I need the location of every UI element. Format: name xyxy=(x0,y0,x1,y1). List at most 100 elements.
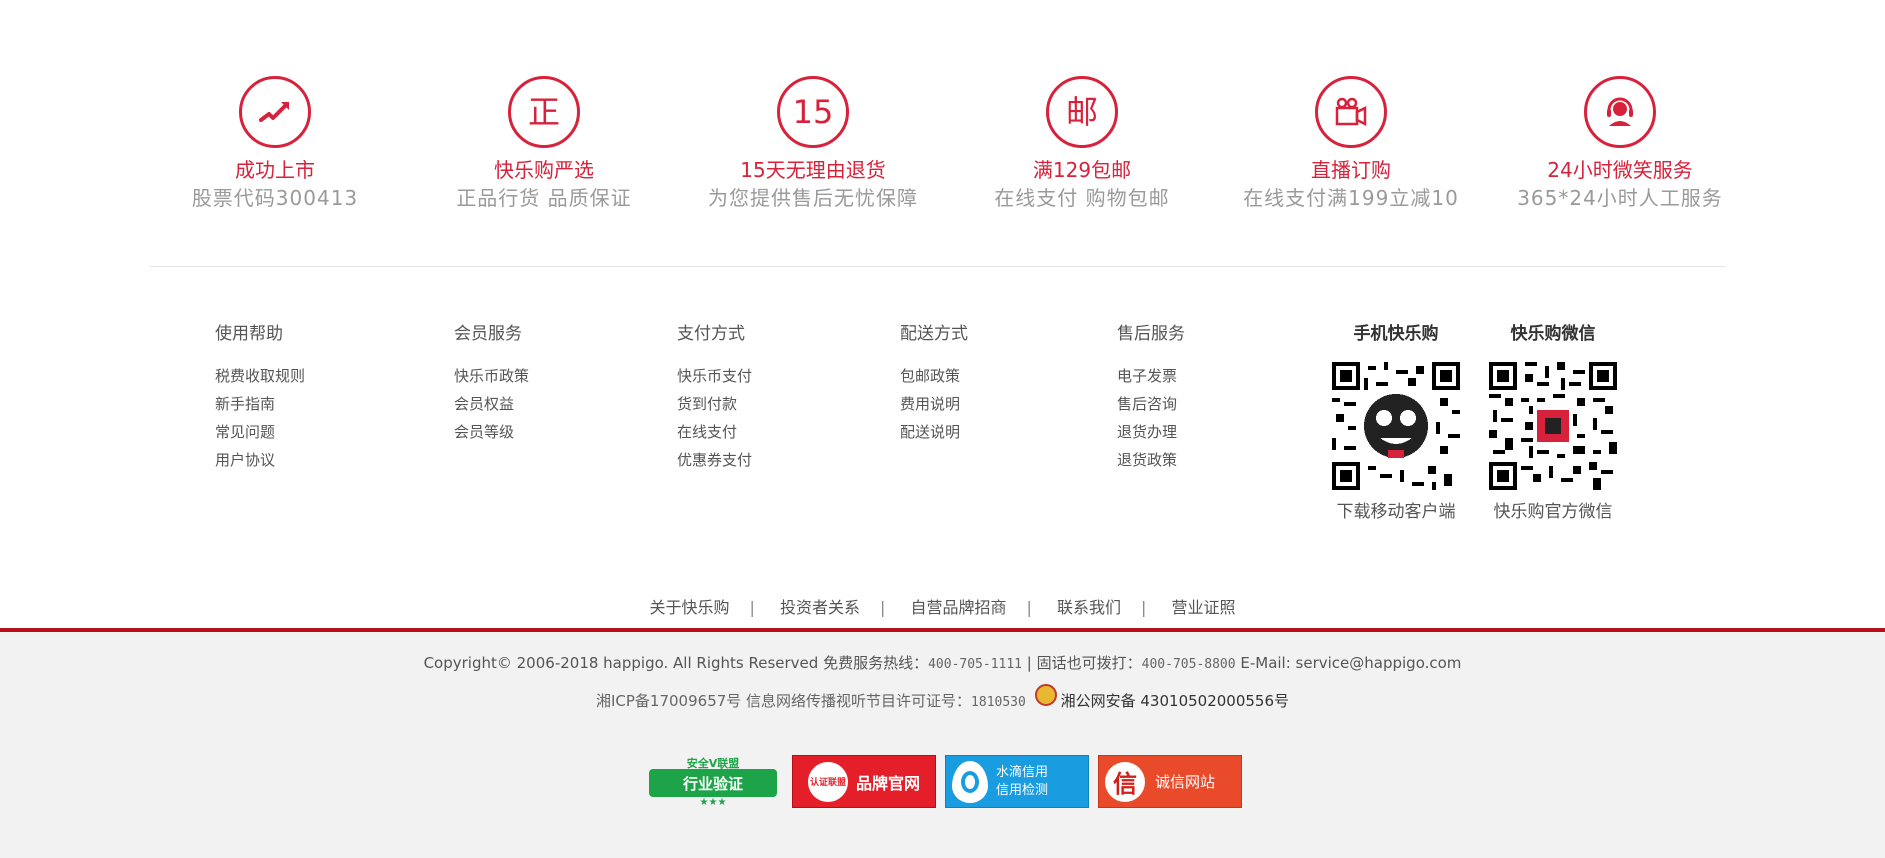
promise-live[interactable]: 直播订购 在线支付满199立减10 xyxy=(1226,76,1476,212)
aftersale-link[interactable]: 售后咨询 xyxy=(1117,395,1177,413)
badge-main-text: 行业验证 xyxy=(649,769,777,797)
brand-official-badge[interactable]: 认证联盟 品牌官网 xyxy=(792,755,936,808)
promise-return[interactable]: 15 15天无理由退货 为您提供售后无忧保障 xyxy=(688,76,938,212)
payment-link[interactable]: 快乐币支付 xyxy=(677,367,752,385)
separator: | xyxy=(880,598,886,617)
list-item[interactable]: 快乐币政策 xyxy=(454,362,529,390)
help-column: 使用帮助 税费收取规则 新手指南 常见问题 用户协议 xyxy=(215,322,305,474)
list-item[interactable]: 包邮政策 xyxy=(900,362,968,390)
list-item[interactable]: 优惠券支付 xyxy=(677,446,752,474)
divider xyxy=(150,266,1725,267)
trusted-site-badge[interactable]: 信 诚信网站 xyxy=(1098,755,1242,808)
promise-title: 15天无理由退货 xyxy=(740,158,886,182)
copyright-text: Copyright© 2006-2018 happigo. All Rights… xyxy=(423,654,929,672)
certification-seal-icon: 认证联盟 xyxy=(807,761,848,802)
list-item[interactable]: 售后咨询 xyxy=(1117,390,1185,418)
member-link[interactable]: 快乐币政策 xyxy=(454,367,529,385)
list-item[interactable]: 配送说明 xyxy=(900,418,968,446)
list-item[interactable]: 费用说明 xyxy=(900,390,968,418)
list-item[interactable]: 常见问题 xyxy=(215,418,305,446)
aftersale-column: 售后服务 电子发票 售后咨询 退货办理 退货政策 xyxy=(1117,322,1185,474)
app-qr-code[interactable] xyxy=(1332,362,1460,490)
separator: | xyxy=(749,598,755,617)
promise-title: 成功上市 xyxy=(235,158,315,182)
list-item[interactable]: 新手指南 xyxy=(215,390,305,418)
list-item[interactable]: 在线支付 xyxy=(677,418,752,446)
list-item[interactable]: 退货政策 xyxy=(1117,446,1185,474)
promise-selected[interactable]: 正 快乐购严选 正品行货 品质保证 xyxy=(419,76,669,212)
promise-title: 24小时微笑服务 xyxy=(1547,158,1693,182)
promise-subtitle: 正品行货 品质保证 xyxy=(456,186,632,210)
trust-badges: 安全V联盟 行业验证 ★★★ 认证联盟 品牌官网 水滴信用 信用检测 信 诚信网… xyxy=(0,755,1885,808)
hotline-number: 400-705-1111 xyxy=(928,657,1023,672)
copyright-separator: | xyxy=(1026,654,1032,672)
footer-page: 成功上市 股票代码300413 正 快乐购严选 正品行货 品质保证 15 15天… xyxy=(0,0,1885,858)
delivery-link[interactable]: 配送说明 xyxy=(900,423,960,441)
zheng-icon: 正 xyxy=(508,76,580,148)
license-number: 1810530 xyxy=(971,695,1026,710)
column-title: 售后服务 xyxy=(1117,324,1185,344)
column-title: 会员服务 xyxy=(454,324,522,344)
promise-subtitle: 在线支付满199立减10 xyxy=(1243,186,1459,210)
help-link[interactable]: 常见问题 xyxy=(215,423,275,441)
qr-caption: 下载移动客户端 xyxy=(1336,502,1456,522)
separator: | xyxy=(1026,598,1032,617)
license-link[interactable]: 营业证照 xyxy=(1171,598,1235,617)
landline-label: 固话也可拨打： xyxy=(1036,654,1142,672)
list-item[interactable]: 税费收取规则 xyxy=(215,362,305,390)
industry-verify-badge[interactable]: 安全V联盟 行业验证 ★★★ xyxy=(643,755,783,808)
delivery-column: 配送方式 包邮政策 费用说明 配送说明 xyxy=(900,322,968,446)
badge-text-line2: 信用检测 xyxy=(996,782,1049,798)
credit-check-badge[interactable]: 水滴信用 信用检测 xyxy=(945,755,1089,808)
trust-icon: 信 xyxy=(1105,761,1145,802)
help-link[interactable]: 用户协议 xyxy=(215,451,275,469)
badge-text: 诚信网站 xyxy=(1155,773,1216,791)
police-record-link[interactable]: 湘公网安备 43010502000556号 xyxy=(1061,692,1289,710)
list-item[interactable]: 会员权益 xyxy=(454,390,529,418)
delivery-link[interactable]: 包邮政策 xyxy=(900,367,960,385)
payment-link[interactable]: 在线支付 xyxy=(677,423,737,441)
promise-title: 直播订购 xyxy=(1311,158,1391,182)
investor-link[interactable]: 投资者关系 xyxy=(780,598,860,617)
aftersale-link[interactable]: 电子发票 xyxy=(1117,367,1177,385)
list-item[interactable]: 会员等级 xyxy=(454,418,529,446)
aftersale-link[interactable]: 退货政策 xyxy=(1117,451,1177,469)
wechat-qr-block: 快乐购微信 快乐购官方微信 xyxy=(1483,322,1623,524)
promise-listed[interactable]: 成功上市 股票代码300413 xyxy=(150,76,400,212)
payment-link[interactable]: 货到付款 xyxy=(677,395,737,413)
trend-up-icon xyxy=(239,76,311,148)
separator: | xyxy=(1141,598,1147,617)
member-link[interactable]: 会员等级 xyxy=(454,423,514,441)
promise-service[interactable]: 24小时微笑服务 365*24小时人工服务 xyxy=(1495,76,1745,212)
payment-column: 支付方式 快乐币支付 货到付款 在线支付 优惠券支付 xyxy=(677,322,752,474)
stars-icon: ★★★ xyxy=(699,797,727,808)
help-link[interactable]: 新手指南 xyxy=(215,395,275,413)
brand-recruit-link[interactable]: 自营品牌招商 xyxy=(910,598,1006,617)
member-link[interactable]: 会员权益 xyxy=(454,395,514,413)
list-item[interactable]: 货到付款 xyxy=(677,390,752,418)
bottom-link-bar: 关于快乐购 | 投资者关系 | 自营品牌招商 | 联系我们 | 营业证照 xyxy=(0,594,1885,618)
list-item[interactable]: 退货办理 xyxy=(1117,418,1185,446)
promise-subtitle: 365*24小时人工服务 xyxy=(1517,186,1723,210)
list-item[interactable]: 用户协议 xyxy=(215,446,305,474)
promise-subtitle: 股票代码300413 xyxy=(191,186,359,210)
wechat-qr-code[interactable] xyxy=(1489,362,1617,490)
mail-icon: 邮 xyxy=(1046,76,1118,148)
icp-text[interactable]: 湘ICP备17009657号 信息网络传播视听节目许可证号： xyxy=(596,692,971,710)
about-link[interactable]: 关于快乐购 xyxy=(649,598,729,617)
aftersale-link[interactable]: 退货办理 xyxy=(1117,423,1177,441)
qr-title: 手机快乐购 xyxy=(1353,324,1439,344)
help-link[interactable]: 税费收取规则 xyxy=(215,367,305,385)
promise-strip: 成功上市 股票代码300413 正 快乐购严选 正品行货 品质保证 15 15天… xyxy=(150,76,1725,226)
column-title: 支付方式 xyxy=(677,324,745,344)
badge-text: 品牌官网 xyxy=(855,773,920,793)
app-qr-block: 手机快乐购 下载移动客户端 xyxy=(1326,322,1466,524)
promise-shipping[interactable]: 邮 满129包邮 在线支付 购物包邮 xyxy=(957,76,1207,212)
list-item[interactable]: 电子发票 xyxy=(1117,362,1185,390)
delivery-link[interactable]: 费用说明 xyxy=(900,395,960,413)
promise-title: 快乐购严选 xyxy=(494,158,594,182)
police-badge-icon xyxy=(1034,684,1057,706)
contact-link[interactable]: 联系我们 xyxy=(1057,598,1121,617)
list-item[interactable]: 快乐币支付 xyxy=(677,362,752,390)
payment-link[interactable]: 优惠券支付 xyxy=(677,451,752,469)
